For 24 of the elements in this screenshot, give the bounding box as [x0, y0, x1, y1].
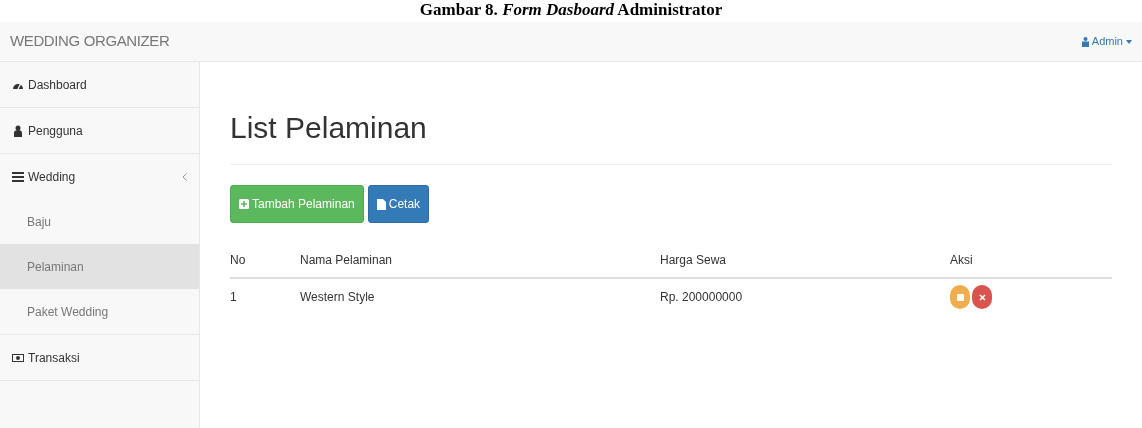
sidebar-subitem[interactable]: Pelaminan: [0, 244, 199, 289]
caret-icon: [1126, 39, 1132, 44]
list-icon: [12, 170, 24, 183]
table-cell: Western Style: [300, 278, 660, 315]
table-cell: 1: [230, 278, 300, 315]
file-icon: [376, 198, 386, 210]
column-header: No: [230, 243, 300, 278]
user-menu[interactable]: Admin: [1081, 33, 1132, 50]
user-icon: [12, 124, 24, 137]
user-icon: [1081, 36, 1089, 47]
column-header: Aksi: [950, 243, 1112, 278]
print-button[interactable]: Cetak: [367, 185, 430, 223]
brand-title[interactable]: WEDDING ORGANIZER: [10, 30, 170, 53]
edit-icon: [956, 293, 964, 301]
add-button[interactable]: Tambah Pelaminan: [230, 185, 364, 223]
money-icon: [12, 351, 24, 364]
delete-button[interactable]: [972, 285, 992, 309]
figure-caption: Gambar 8. Form Dasboard Administrator: [419, 0, 723, 20]
close-icon: [978, 293, 986, 301]
table-cell: Rp. 200000000: [660, 278, 950, 315]
column-header: Harga Sewa: [660, 243, 950, 278]
plus-square-icon: [239, 199, 249, 209]
column-header: Nama Pelaminan: [300, 243, 660, 278]
page-title: List Pelaminan: [230, 110, 1112, 165]
